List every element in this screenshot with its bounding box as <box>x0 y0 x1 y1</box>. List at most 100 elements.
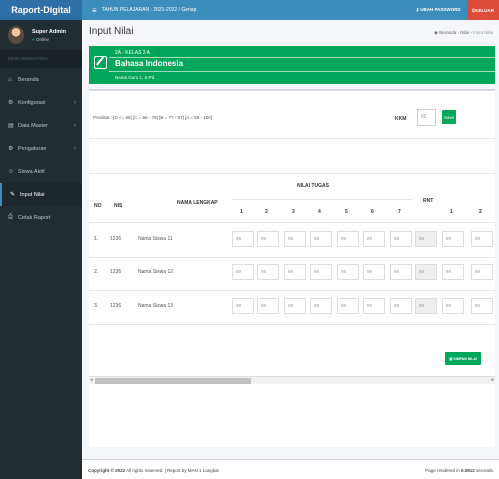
nilai-input[interactable]: 89 <box>337 264 359 280</box>
topbar: ≡ TAHUN PELAJARAN : 2021-2022 / Genap ⚷ … <box>82 0 499 20</box>
th-tugas-5: 5 <box>345 209 348 215</box>
nilai-input[interactable]: 89 <box>310 231 332 247</box>
avatar <box>8 26 24 44</box>
footer: Copyright © 2022 All rights reserved. | … <box>82 459 499 479</box>
nilai-input[interactable]: 89 <box>284 298 306 314</box>
divider <box>109 71 495 72</box>
nilai-input[interactable]: 89 <box>310 298 332 314</box>
rnt-value: 89 <box>415 298 437 314</box>
chevron-left-icon: ‹ <box>74 122 76 129</box>
kkm-label: KKM <box>395 116 407 122</box>
th-nis: NIS <box>114 203 123 209</box>
breadcrumb-nilai[interactable]: Nilai <box>460 30 469 35</box>
nilai-input[interactable]: 89 <box>337 231 359 247</box>
th-no: NO <box>94 203 102 209</box>
brand-logo[interactable]: Raport-Digital <box>0 0 82 20</box>
nilai-input[interactable]: 89 <box>442 298 464 314</box>
divider <box>89 290 495 291</box>
sidebar-item-pengaturan[interactable]: ⚙ Pengaturan ‹ <box>0 137 82 160</box>
breadcrumb-home[interactable]: Beranda <box>439 30 456 35</box>
sidebar-item-siswa-aktif[interactable]: ☺ Siswa Aktif <box>0 160 82 183</box>
home-icon: ⌂ <box>8 76 12 83</box>
nilai-input[interactable]: 89 <box>390 231 412 247</box>
menu-toggle-icon[interactable]: ≡ <box>92 6 97 15</box>
kkm-input[interactable]: 65 <box>417 109 436 126</box>
user-status: ● Online <box>32 36 49 42</box>
page-title: Input Nilai <box>89 26 134 37</box>
nilai-input[interactable]: 89 <box>284 264 306 280</box>
nilai-input[interactable]: 89 <box>257 264 279 280</box>
render-time-text: Page rendered in 0.0812 seconds. <box>425 468 494 473</box>
divider <box>89 138 495 139</box>
divider <box>109 57 495 58</box>
nilai-input[interactable]: 89 <box>363 231 385 247</box>
online-dot-icon: ● <box>32 36 35 42</box>
gears-icon: ⚙ <box>8 100 14 106</box>
sidebar-item-data-master[interactable]: ▤ Data Master ‹ <box>0 114 82 137</box>
save-kkm-button[interactable]: Save <box>442 110 456 124</box>
th-rnt: RNT <box>423 198 434 204</box>
nilai-input[interactable]: 89 <box>442 264 464 280</box>
row-no: 2. <box>94 269 99 275</box>
nilai-input[interactable]: 89 <box>471 298 493 314</box>
th-extra-2: 2 <box>479 209 482 215</box>
chevron-left-icon: ‹ <box>74 145 76 152</box>
nilai-input[interactable]: 89 <box>232 264 254 280</box>
th-tugas-1: 1 <box>240 209 243 215</box>
horizontal-scrollbar[interactable]: ◂ ▸ <box>89 376 495 384</box>
input-nilai-box: Predikat : [D <= 66] [C = 66 - 76] [B = … <box>89 89 495 447</box>
simpan-nilai-button[interactable]: ▣ SIMPAN NILAI <box>445 352 481 365</box>
nilai-input[interactable]: 89 <box>257 231 279 247</box>
class-info-box: 2A - KELAS 2 A Bahasa Indonesia Nama Gur… <box>89 46 495 84</box>
scroll-left-icon[interactable]: ◂ <box>90 377 93 383</box>
sidebar-item-input-nilai[interactable]: ✎ Input Nilai <box>0 183 82 206</box>
chevron-left-icon: ‹ <box>74 99 76 106</box>
kelas-label: 2A - KELAS 2 A <box>115 50 151 56</box>
breadcrumb-current: Input Nilai <box>472 30 493 35</box>
th-tugas-7: 7 <box>398 209 401 215</box>
th-tugas-6: 6 <box>371 209 374 215</box>
nilai-input[interactable]: 89 <box>390 264 412 280</box>
guru-label: Nama Guru 1, S.Pd. <box>115 75 156 80</box>
gear-icon: ⚙ <box>8 146 14 152</box>
sidebar-item-beranda[interactable]: ⌂ Beranda <box>0 68 82 91</box>
list-icon: ▤ <box>8 123 14 129</box>
th-tugas-3: 3 <box>292 209 295 215</box>
nilai-input[interactable]: 89 <box>363 298 385 314</box>
nilai-input[interactable]: 89 <box>310 264 332 280</box>
scroll-right-icon[interactable]: ▸ <box>491 377 494 383</box>
nilai-input[interactable]: 89 <box>337 298 359 314</box>
divider <box>89 257 495 258</box>
nilai-input[interactable]: 89 <box>471 264 493 280</box>
sidebar-item-cetak-raport[interactable]: ⎙ Cetak Raport <box>0 206 82 229</box>
nilai-input[interactable]: 89 <box>390 298 412 314</box>
mapel-label: Bahasa Indonesia <box>115 59 184 68</box>
topbar-right: ⚷ UBAH PASSWORD ⏻ KELUAR <box>416 0 499 20</box>
nilai-input[interactable]: 89 <box>284 231 306 247</box>
th-nilai-tugas: NILAI TUGAS <box>297 183 329 189</box>
ubah-password-link[interactable]: ⚷ UBAH PASSWORD <box>416 7 461 13</box>
keluar-button[interactable]: ⏻ KELUAR <box>466 0 499 20</box>
sidebar-item-konfigurasi[interactable]: ⚙ Konfigurasi ‹ <box>0 91 82 114</box>
th-tugas-2: 2 <box>265 209 268 215</box>
nilai-input[interactable]: 89 <box>442 231 464 247</box>
scroll-thumb[interactable] <box>95 378 251 384</box>
nilai-input[interactable]: 89 <box>257 298 279 314</box>
th-tugas-4: 4 <box>318 209 321 215</box>
row-nama: Nama Siswa 12 <box>138 269 174 275</box>
nilai-input[interactable]: 89 <box>471 231 493 247</box>
rnt-value: 89 <box>415 264 437 280</box>
key-icon: ⚷ <box>415 7 419 12</box>
divider <box>89 324 495 325</box>
row-nis: 1236 <box>110 236 122 242</box>
user-name: Super Admin <box>32 28 67 35</box>
sidebar: Raport-Digital Super Admin ● Online MAIN… <box>0 0 82 479</box>
nilai-input[interactable]: 89 <box>363 264 385 280</box>
nilai-input[interactable]: 89 <box>232 298 254 314</box>
row-nama: Nama Siswa 13 <box>138 303 174 309</box>
row-nis: 1236 <box>110 269 122 275</box>
dashboard-icon: ◉ <box>434 30 438 35</box>
copyright-text: Copyright © 2022 All rights reserved. | … <box>88 468 219 473</box>
nilai-input[interactable]: 89 <box>232 231 254 247</box>
th-nama: NAMA LENGKAP <box>177 200 218 206</box>
